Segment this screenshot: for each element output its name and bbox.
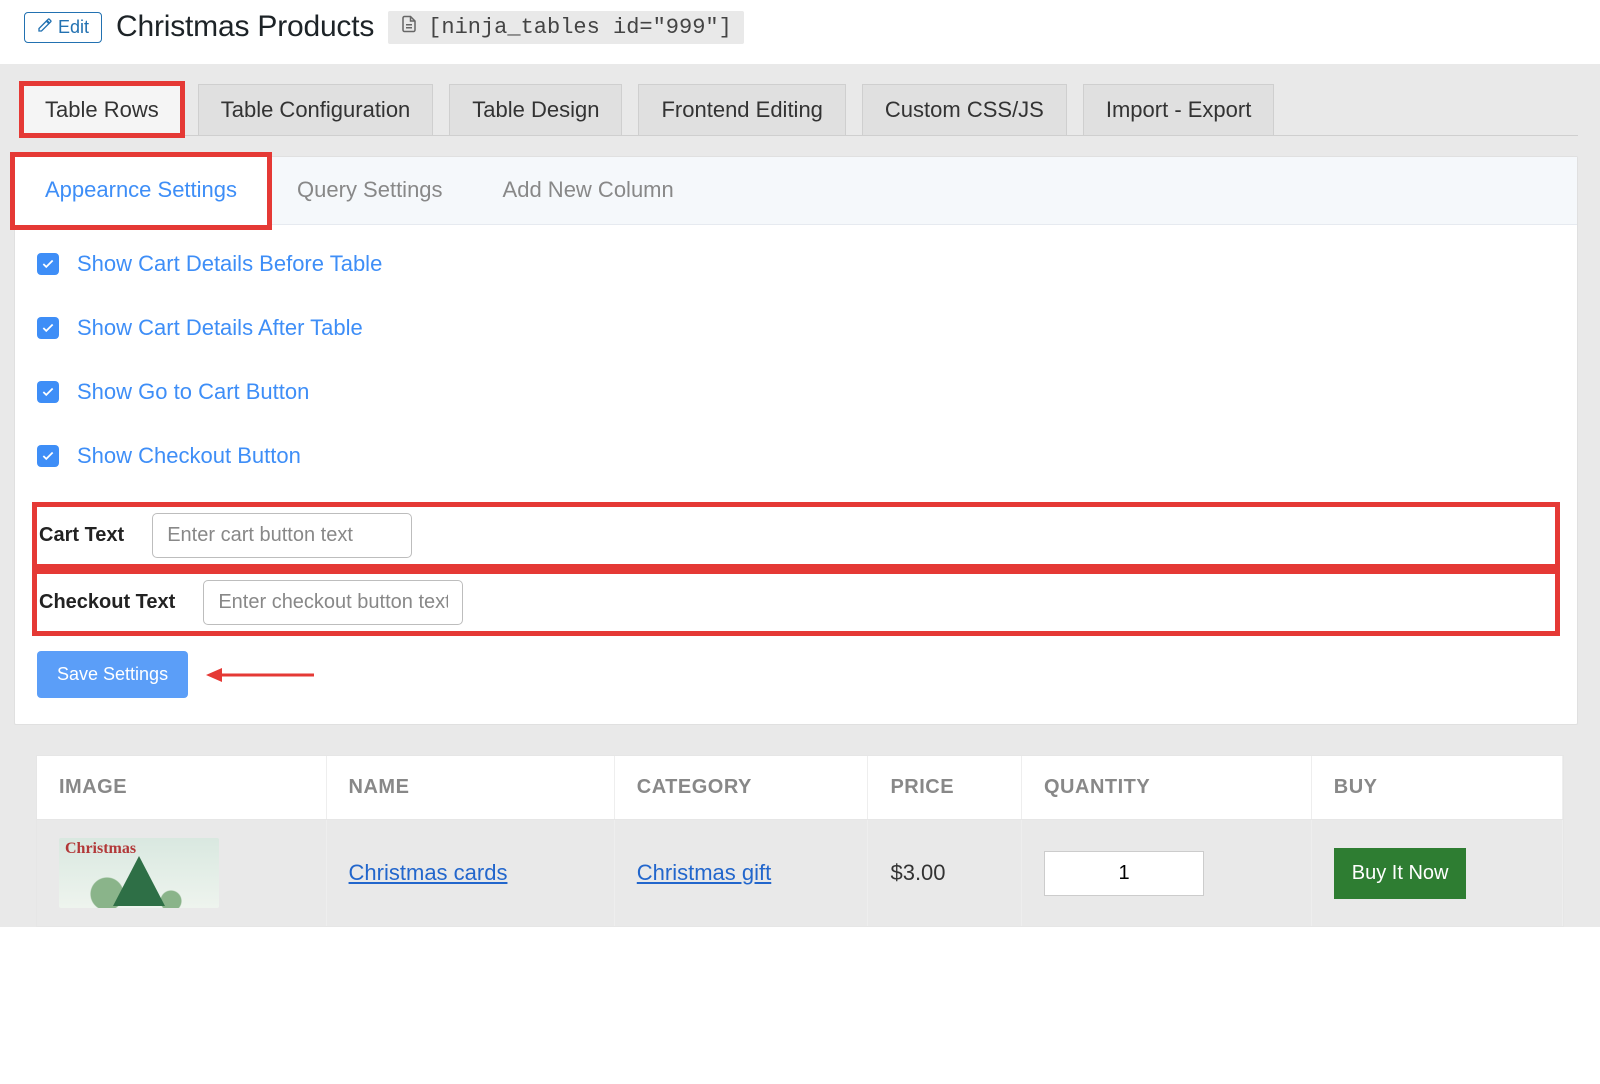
quantity-input[interactable] [1044,851,1204,896]
check-row-cart-before: Show Cart Details Before Table [37,251,1555,277]
product-name-link[interactable]: Christmas cards [349,860,508,885]
check-row-go-to-cart: Show Go to Cart Button [37,379,1555,405]
col-quantity: QUANTITY [1022,756,1312,820]
edit-button[interactable]: Edit [24,12,102,43]
save-row: Save Settings [37,651,1555,698]
document-icon [400,15,418,40]
pencil-icon [37,17,53,38]
col-category: CATEGORY [614,756,868,820]
check-label[interactable]: Show Go to Cart Button [77,379,309,405]
cell-buy: Buy It Now [1311,820,1562,927]
subtab-query-settings[interactable]: Query Settings [267,157,473,224]
inner-panel: Appearnce Settings Query Settings Add Ne… [14,156,1578,725]
check-row-cart-after: Show Cart Details After Table [37,315,1555,341]
cart-text-input[interactable] [152,513,412,558]
table-header-row: IMAGE NAME CATEGORY PRICE QUANTITY BUY [37,756,1563,820]
check-row-checkout: Show Checkout Button [37,443,1555,469]
edit-label: Edit [58,17,89,38]
tree-icon [113,856,165,906]
tabs-area: Table Rows Table Configuration Table Des… [0,64,1600,927]
page-title: Christmas Products [116,10,374,44]
cell-category: Christmas gift [614,820,868,927]
product-thumbnail[interactable]: Christmas [59,838,219,908]
checkbox-cart-after[interactable] [37,317,59,339]
save-settings-button[interactable]: Save Settings [37,651,188,698]
sub-tabs: Appearnce Settings Query Settings Add Ne… [15,157,1577,225]
col-image: IMAGE [37,756,326,820]
cell-price: $3.00 [868,820,1022,927]
tab-custom-css-js[interactable]: Custom CSS/JS [862,84,1067,135]
checkout-text-row: Checkout Text [37,574,1555,631]
arrow-left-icon [206,664,316,686]
cart-text-label: Cart Text [39,524,124,547]
checkbox-cart-before[interactable] [37,253,59,275]
checkbox-go-to-cart[interactable] [37,381,59,403]
check-label[interactable]: Show Cart Details After Table [77,315,363,341]
cell-quantity [1022,820,1312,927]
settings-body: Show Cart Details Before Table Show Cart… [15,225,1577,724]
checkout-text-label: Checkout Text [39,591,175,614]
check-label[interactable]: Show Cart Details Before Table [77,251,382,277]
tab-table-design[interactable]: Table Design [449,84,622,135]
tab-table-rows[interactable]: Table Rows [22,84,182,135]
table-row: Christmas Christmas cards Christmas gift… [37,820,1563,927]
subtab-appearance-settings[interactable]: Appearnce Settings [15,157,267,225]
buy-it-now-button[interactable]: Buy It Now [1334,848,1467,899]
tab-import-export[interactable]: Import - Export [1083,84,1274,135]
subtab-add-new-column[interactable]: Add New Column [473,157,704,224]
cell-image: Christmas [37,820,326,927]
col-name: NAME [326,756,614,820]
tab-frontend-editing[interactable]: Frontend Editing [638,84,845,135]
main-tabs: Table Rows Table Configuration Table Des… [22,84,1578,136]
shortcode-text: [ninja_tables id="999"] [428,15,732,40]
col-buy: BUY [1311,756,1562,820]
check-label[interactable]: Show Checkout Button [77,443,301,469]
shortcode-box[interactable]: [ninja_tables id="999"] [388,11,744,44]
products-table: IMAGE NAME CATEGORY PRICE QUANTITY BUY C… [36,755,1564,927]
tab-table-configuration[interactable]: Table Configuration [198,84,434,135]
cell-name: Christmas cards [326,820,614,927]
checkbox-checkout[interactable] [37,445,59,467]
col-price: PRICE [868,756,1022,820]
page-header: Edit Christmas Products [ninja_tables id… [0,0,1600,58]
cart-text-row: Cart Text [37,507,1555,564]
checkout-text-input[interactable] [203,580,463,625]
product-category-link[interactable]: Christmas gift [637,860,771,885]
